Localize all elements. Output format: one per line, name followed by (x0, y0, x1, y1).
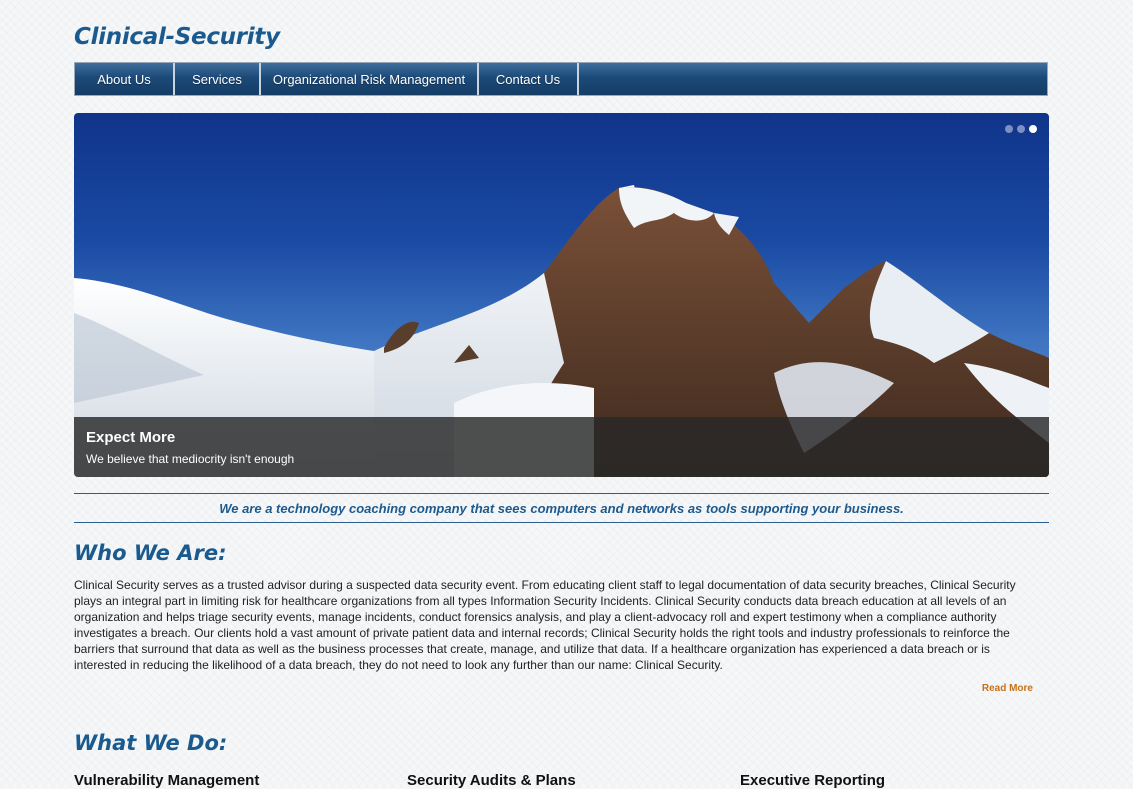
nav-services[interactable]: Services (175, 63, 261, 95)
main-navigation: About Us Services Organizational Risk Ma… (74, 62, 1048, 96)
slide-caption-text: We believe that mediocrity isn't enough (86, 452, 295, 466)
hero-slider[interactable]: Expect More We believe that mediocrity i… (74, 113, 1049, 477)
nav-organizational-risk-management[interactable]: Organizational Risk Management (261, 63, 479, 95)
slide-dot-1[interactable] (1005, 125, 1013, 133)
nav-contact-us[interactable]: Contact Us (479, 63, 579, 95)
slide-dot-3[interactable] (1029, 125, 1037, 133)
tagline-banner: We are a technology coaching company tha… (74, 493, 1049, 523)
read-more-link[interactable]: Read More (960, 683, 1033, 694)
slide-dot-2[interactable] (1017, 125, 1025, 133)
slide-caption: Expect More We believe that mediocrity i… (74, 417, 1049, 477)
service-executive-reporting[interactable]: Executive Reporting (740, 772, 885, 789)
slide-caption-title: Expect More (86, 429, 176, 446)
tagline-text: We are a technology coaching company tha… (219, 500, 904, 516)
slider-pagination (1005, 125, 1037, 133)
nav-about-us[interactable]: About Us (75, 63, 175, 95)
who-we-are-heading: Who We Are: (74, 541, 227, 565)
what-we-do-heading: What We Do: (74, 731, 228, 755)
service-security-audits-plans[interactable]: Security Audits & Plans (407, 772, 576, 789)
who-we-are-body: Clinical Security serves as a trusted ad… (74, 578, 1016, 672)
site-title[interactable]: Clinical-Security (74, 24, 280, 50)
service-vulnerability-management[interactable]: Vulnerability Management (74, 772, 259, 789)
